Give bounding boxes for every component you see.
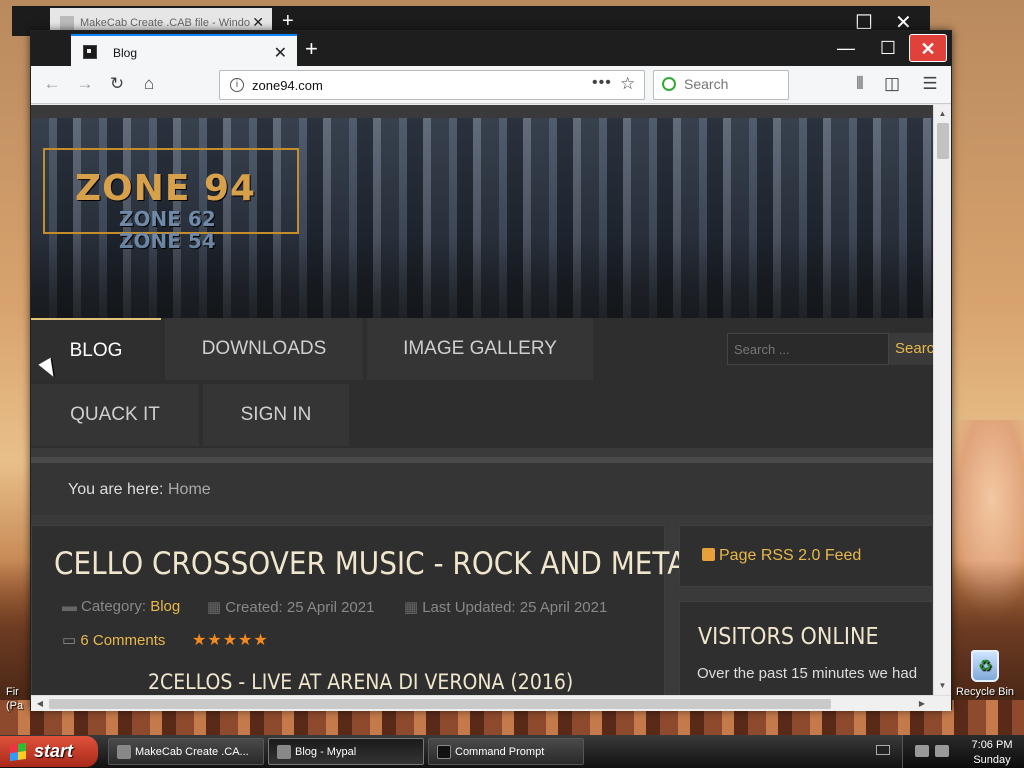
navigation-toolbar: ← → ↻ ⌂ i zone94.com ••• ☆ ⫴ ◫ ☰: [31, 66, 951, 104]
logo-main-text: ZONE 94: [75, 168, 257, 209]
site-search-button[interactable]: Search: [889, 333, 933, 365]
site-favicon-icon: [83, 45, 97, 59]
forward-icon[interactable]: →: [74, 74, 96, 96]
url-text[interactable]: zone94.com: [252, 78, 323, 93]
rss-feed-link[interactable]: Page RSS 2.0 Feed: [702, 547, 861, 565]
visitors-module: VISITORS ONLINE Over the past 15 minutes…: [679, 601, 933, 695]
page-actions-icon[interactable]: •••: [592, 74, 612, 92]
taskbar: start MakeCab Create .CA... Blog - Mypal…: [0, 735, 1024, 768]
logo-sub-text: ZONE 62 ZONE 54: [119, 207, 216, 253]
breadcrumb: You are here: Home: [31, 457, 933, 515]
tab-favicon-icon: [60, 16, 74, 30]
address-bar[interactable]: i zone94.com ••• ☆: [219, 70, 645, 100]
breadcrumb-home-link[interactable]: Home: [168, 481, 211, 499]
site-main-menu: BLOG DOWNLOADS IMAGE GALLERY QUACK IT SI…: [31, 318, 933, 448]
site-info-icon[interactable]: i: [230, 78, 244, 92]
minimize-button[interactable]: —: [827, 34, 865, 62]
recycle-bin-label: Recycle Bin: [955, 686, 1015, 698]
visitors-heading: VISITORS ONLINE: [698, 624, 879, 650]
volume-icon[interactable]: [935, 745, 949, 757]
desktop-left-icons: Fir (Pa: [0, 0, 32, 740]
keyboard-layout-icon[interactable]: [876, 745, 890, 755]
article-category: ▬ Category: Blog: [62, 598, 181, 615]
category-link[interactable]: Blog: [150, 598, 180, 615]
app-icon: [117, 745, 131, 759]
horizontal-scrollbar[interactable]: ◀ ▶: [31, 695, 951, 711]
background-tab-title: MakeCab Create .CAB file - Windo: [80, 17, 250, 29]
site-search-input[interactable]: [728, 334, 888, 364]
browser-search-input[interactable]: [684, 76, 780, 92]
calendar-icon: ▦: [207, 599, 222, 616]
taskbar-item-command-prompt[interactable]: Command Prompt: [428, 738, 584, 765]
desktop-icon-label[interactable]: (Pa: [6, 700, 23, 712]
site-search-field[interactable]: [727, 333, 889, 365]
recycle-bin-icon: [971, 650, 999, 682]
page-content: ZONE 94 ZONE 62 ZONE 54 BLOG DOWNLOADS IM…: [31, 105, 933, 695]
bookmark-star-icon[interactable]: ☆: [620, 74, 635, 94]
scroll-thumb[interactable]: [49, 699, 831, 709]
site-logo[interactable]: ZONE 94 ZONE 62 ZONE 54: [43, 148, 299, 252]
browser-tab-blog[interactable]: Blog ✕: [71, 34, 297, 66]
article-title[interactable]: CELLO CROSSOVER MUSIC - ROCK AND METAL: [54, 546, 702, 582]
article-subtitle: 2CELLOS - LIVE AT ARENA DI VERONA (2016): [148, 670, 574, 694]
scroll-thumb[interactable]: [937, 123, 949, 159]
article-created-date: ▦ Created: 25 April 2021: [207, 599, 375, 616]
close-icon[interactable]: ✕: [252, 14, 264, 31]
browser-window: Blog ✕ + — ☐ ✕ ← → ↻ ⌂ i zone94.com ••• …: [30, 30, 952, 711]
scroll-down-icon[interactable]: ▼: [936, 679, 949, 693]
network-icon[interactable]: [915, 745, 929, 757]
app-icon: [277, 745, 291, 759]
cmd-icon: [437, 745, 451, 759]
rss-icon: [702, 548, 715, 561]
browser-search-box[interactable]: [653, 70, 789, 100]
calendar-icon: ▦: [404, 599, 419, 616]
breadcrumb-label: You are here:: [68, 481, 164, 498]
close-window-button[interactable]: ✕: [909, 34, 947, 62]
maximize-button[interactable]: ☐: [869, 34, 907, 62]
menu-item-quack-it[interactable]: QUACK IT: [31, 384, 199, 446]
clock[interactable]: 7:06 PM Sunday: [963, 738, 1021, 768]
reload-icon[interactable]: ↻: [106, 74, 128, 96]
folder-icon: ▬: [62, 598, 77, 615]
scroll-up-icon[interactable]: ▲: [936, 107, 949, 121]
library-icon[interactable]: ⫴: [849, 74, 871, 96]
scroll-left-icon[interactable]: ◀: [33, 697, 47, 711]
site-banner: ZONE 94 ZONE 62 ZONE 54: [31, 118, 933, 318]
back-icon[interactable]: ←: [41, 74, 63, 96]
sidebar-icon[interactable]: ◫: [881, 74, 903, 96]
comment-icon: ▭: [62, 632, 77, 649]
tab-close-icon[interactable]: ✕: [274, 43, 287, 63]
rating-stars[interactable]: ★★★★★: [192, 630, 269, 650]
scroll-right-icon[interactable]: ▶: [915, 697, 929, 711]
article-updated-date: ▦ Last Updated: 25 April 2021: [404, 599, 608, 616]
tab-title: Blog: [113, 46, 138, 60]
desktop-icon-label[interactable]: Fir: [6, 686, 19, 698]
taskbar-item-blog-mypal[interactable]: Blog - Mypal: [268, 738, 424, 765]
search-engine-icon: [662, 77, 676, 91]
taskbar-item-makecab[interactable]: MakeCab Create .CA...: [108, 738, 264, 765]
comments-link[interactable]: ▭ 6 Comments: [62, 631, 165, 649]
vertical-scrollbar[interactable]: ▲ ▼: [933, 105, 951, 695]
menu-item-downloads[interactable]: DOWNLOADS: [165, 318, 363, 380]
windows-logo-icon: [10, 742, 26, 762]
home-icon[interactable]: ⌂: [138, 74, 160, 96]
tab-strip: Blog ✕ + — ☐ ✕: [31, 31, 951, 66]
visitors-text: Over the past 15 minutes we had: [696, 665, 918, 682]
rss-module: Page RSS 2.0 Feed: [679, 525, 933, 587]
system-tray: 7:06 PM Sunday: [902, 735, 1024, 768]
new-tab-button[interactable]: +: [305, 36, 318, 62]
start-button[interactable]: start: [0, 736, 98, 767]
menu-item-sign-in[interactable]: SIGN IN: [203, 384, 349, 446]
article: CELLO CROSSOVER MUSIC - ROCK AND METAL ▬…: [31, 525, 702, 695]
menu-item-image-gallery[interactable]: IMAGE GALLERY: [367, 318, 593, 380]
recycle-bin[interactable]: Recycle Bin: [950, 650, 1020, 698]
menu-icon[interactable]: ☰: [919, 74, 941, 96]
